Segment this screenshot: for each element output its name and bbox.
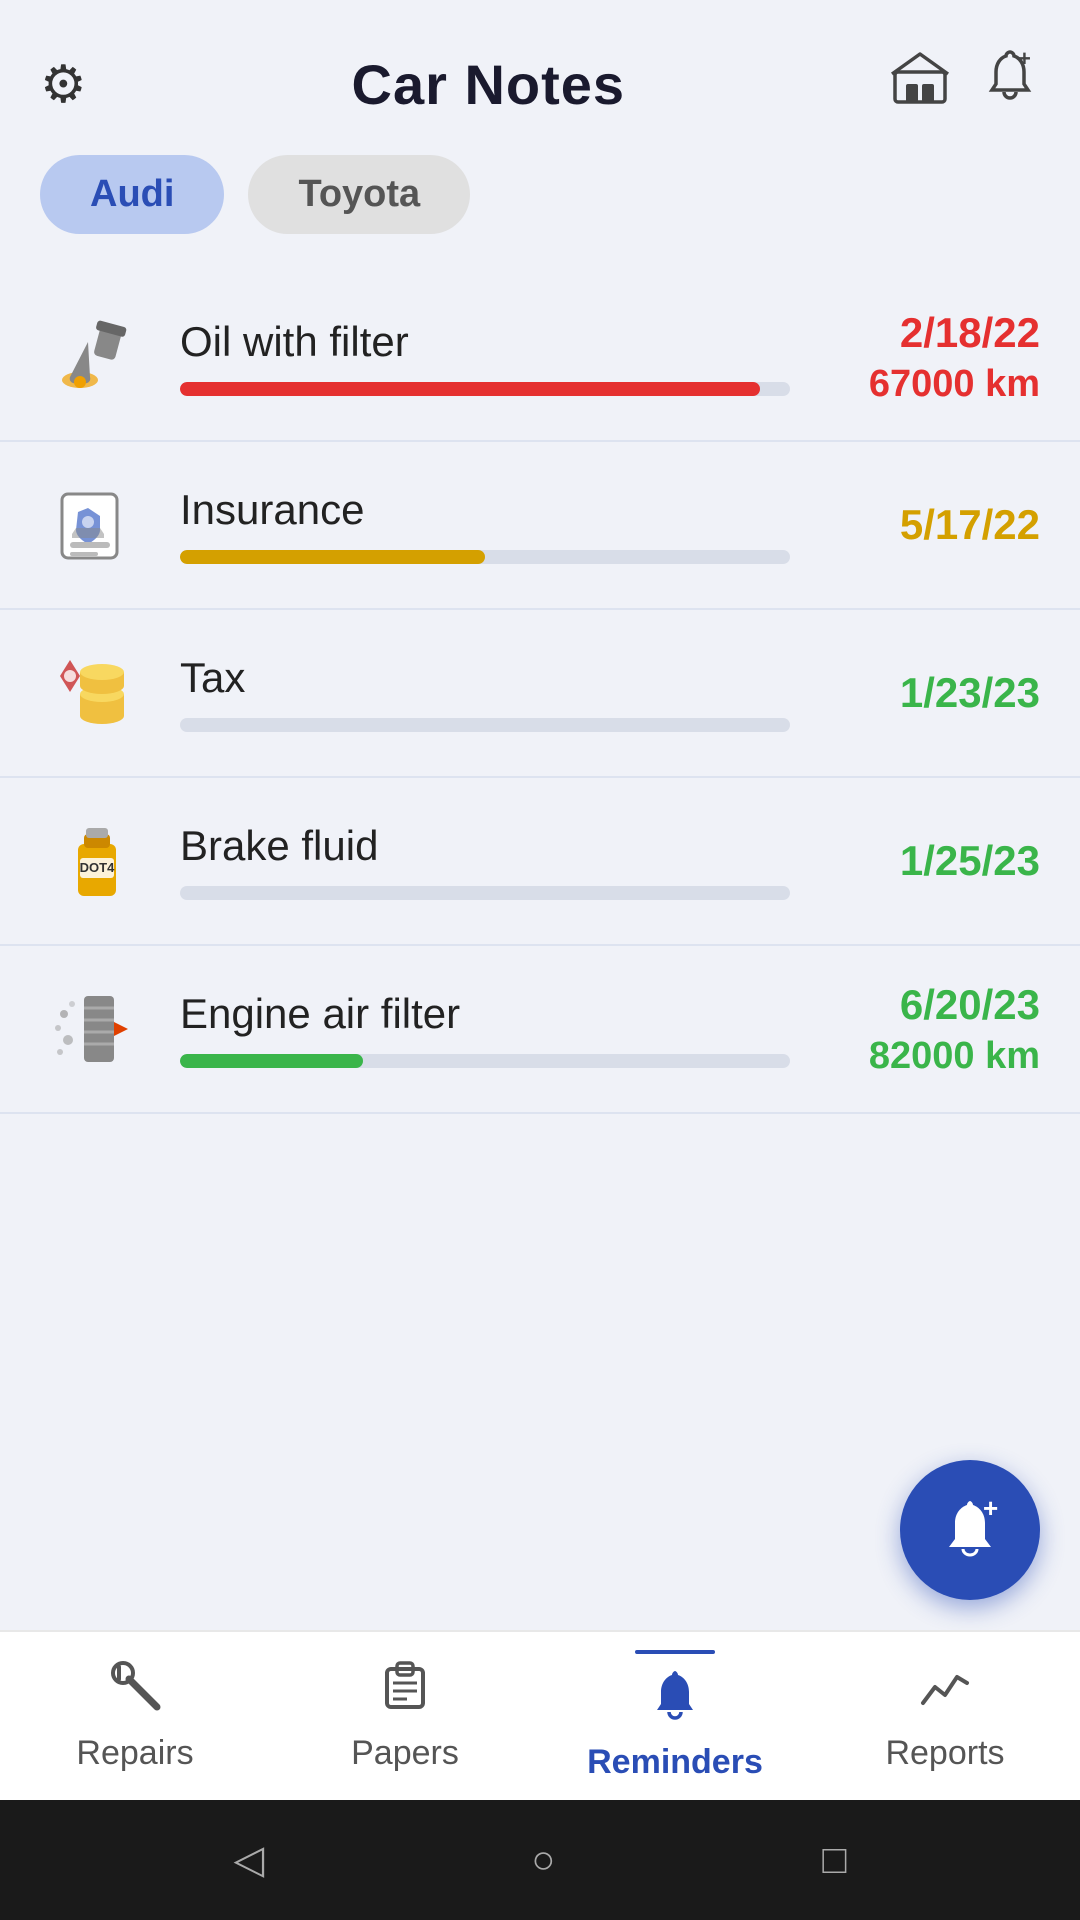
svg-text:+: + <box>983 1495 998 1523</box>
svg-text:DOT4: DOT4 <box>80 860 115 875</box>
oil-progress-fill <box>180 382 760 396</box>
air-filter-info: Engine air filter <box>180 990 790 1068</box>
insurance-date-wrap: 5/17/22 <box>820 501 1040 549</box>
brake-icon: DOT4 <box>40 806 150 916</box>
reminder-item-air-filter[interactable]: Engine air filter 6/20/23 82000 km <box>0 946 1080 1114</box>
air-filter-progress-bg <box>180 1054 790 1068</box>
add-reminder-fab[interactable]: + <box>900 1460 1040 1600</box>
oil-progress-bg <box>180 382 790 396</box>
insurance-name: Insurance <box>180 486 790 534</box>
air-filter-icon <box>40 974 150 1084</box>
nav-reports-label: Reports <box>885 1734 1004 1773</box>
gear-icon[interactable]: ⚙ <box>40 55 87 115</box>
insurance-icon <box>40 470 150 580</box>
reminders-list: Oil with filter 2/18/22 67000 km Insuran… <box>0 264 1080 1450</box>
air-filter-progress-fill <box>180 1054 363 1068</box>
oil-date-wrap: 2/18/22 67000 km <box>820 309 1040 406</box>
nav-reminders[interactable]: Reminders <box>540 1632 810 1800</box>
insurance-info: Insurance <box>180 486 790 564</box>
android-navbar: ◁ ○ □ <box>0 1800 1080 1920</box>
reminder-item-oil[interactable]: Oil with filter 2/18/22 67000 km <box>0 274 1080 442</box>
nav-repairs[interactable]: Repairs <box>0 1632 270 1800</box>
android-recent-btn[interactable]: □ <box>822 1838 846 1883</box>
tax-icon <box>40 638 150 748</box>
nav-reports[interactable]: Reports <box>810 1632 1080 1800</box>
active-indicator <box>635 1650 715 1654</box>
tax-name: Tax <box>180 654 790 702</box>
oil-info: Oil with filter <box>180 318 790 396</box>
nav-papers-label: Papers <box>351 1734 459 1773</box>
bottom-nav: Repairs Papers Reminders <box>0 1630 1080 1800</box>
chart-icon <box>919 1659 971 1724</box>
header-icons: + <box>890 48 1040 121</box>
clipboard-icon <box>379 1659 431 1724</box>
air-filter-km: 82000 km <box>869 1035 1040 1078</box>
add-reminder-header-icon[interactable]: + <box>978 48 1040 121</box>
reminder-item-insurance[interactable]: Insurance 5/17/22 <box>0 442 1080 610</box>
air-filter-name: Engine air filter <box>180 990 790 1038</box>
nav-papers[interactable]: Papers <box>270 1632 540 1800</box>
reminder-item-brake[interactable]: DOT4 Brake fluid 1/25/23 <box>0 778 1080 946</box>
tax-info: Tax <box>180 654 790 732</box>
svg-text:+: + <box>1018 48 1031 71</box>
oil-km: 67000 km <box>869 363 1040 406</box>
insurance-progress-fill <box>180 550 485 564</box>
reminder-item-tax[interactable]: Tax 1/23/23 <box>0 610 1080 778</box>
header: ⚙ Car Notes + <box>0 0 1080 145</box>
air-filter-date: 6/20/23 <box>900 981 1040 1029</box>
oil-date: 2/18/22 <box>900 309 1040 357</box>
oil-icon <box>40 302 150 412</box>
insurance-progress-bg <box>180 550 790 564</box>
garage-icon[interactable] <box>890 50 950 119</box>
air-filter-date-wrap: 6/20/23 82000 km <box>820 981 1040 1078</box>
nav-repairs-label: Repairs <box>76 1734 193 1773</box>
tax-date-wrap: 1/23/23 <box>820 669 1040 717</box>
fab-container: + <box>0 1450 1080 1630</box>
fab-bell-icon: + <box>935 1495 1005 1565</box>
car-tabs: Audi Toyota <box>0 145 1080 264</box>
wrench-icon <box>109 1659 161 1724</box>
android-home-btn[interactable]: ○ <box>531 1838 555 1883</box>
brake-date-wrap: 1/25/23 <box>820 837 1040 885</box>
brake-name: Brake fluid <box>180 822 790 870</box>
app-title: Car Notes <box>87 52 890 117</box>
brake-info: Brake fluid <box>180 822 790 900</box>
tab-toyota[interactable]: Toyota <box>248 155 470 234</box>
oil-name: Oil with filter <box>180 318 790 366</box>
bell-icon <box>649 1668 701 1733</box>
tax-date: 1/23/23 <box>900 669 1040 717</box>
insurance-date: 5/17/22 <box>900 501 1040 549</box>
tax-progress-bg <box>180 718 790 732</box>
brake-progress-bg <box>180 886 790 900</box>
tab-audi[interactable]: Audi <box>40 155 224 234</box>
android-back-btn[interactable]: ◁ <box>233 1837 264 1883</box>
nav-reminders-label: Reminders <box>587 1743 763 1782</box>
brake-date: 1/25/23 <box>900 837 1040 885</box>
